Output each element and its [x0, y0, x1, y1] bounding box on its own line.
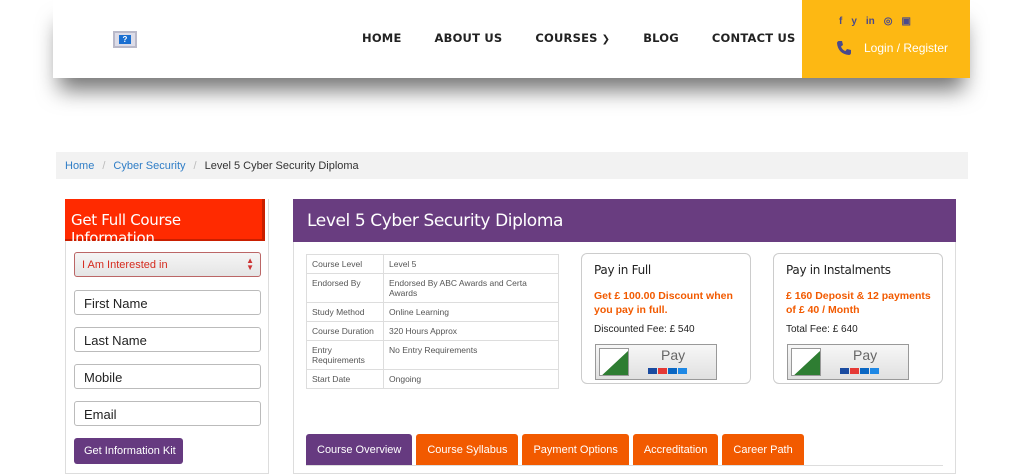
breadcrumb-separator: / [102, 159, 106, 172]
interest-select[interactable]: I Am Interested in ▲ ▼ [74, 252, 261, 277]
select-arrows-icon: ▲ ▼ [246, 256, 254, 272]
site-header: ? HOME ABOUT US COURSES ❯ BLOG CONTACT US… [53, 0, 970, 78]
pay-in-full-offer: Get £ 100.00 Discount when you pay in fu… [594, 290, 733, 316]
nav-contact-us-label: CONTACT US [711, 31, 796, 45]
course-tabs: Course Overview Course Syllabus Payment … [306, 434, 808, 465]
nav-home-label: HOME [362, 31, 402, 45]
last-name-field[interactable]: Last Name [74, 327, 261, 352]
nav-about-us-label: ABOUT US [434, 31, 503, 45]
tab-payment-options[interactable]: Payment Options [522, 434, 629, 465]
twitter-icon[interactable]: y [851, 16, 857, 27]
nav-courses-label: COURSES [535, 31, 598, 45]
breadcrumb-category[interactable]: Cyber Security [113, 160, 185, 172]
pay-in-full-fee: Discounted Fee: £ 540 [594, 324, 695, 335]
pay-instalments-fee: Total Fee: £ 640 [786, 324, 858, 335]
detail-value: Endorsed By ABC Awards and Certa Awards [383, 273, 559, 303]
site-logo[interactable]: ? [113, 31, 137, 48]
detail-key: Start Date [306, 369, 384, 389]
get-information-kit-button[interactable]: Get Information Kit [74, 438, 183, 464]
pay-in-instalments-card: Pay in Instalments £ 160 Deposit & 12 pa… [773, 253, 943, 384]
pay-button-label: Pay [853, 347, 878, 363]
table-row: Course Duration 320 Hours Approx [306, 321, 559, 341]
nav-contact-us[interactable]: CONTACT US [712, 31, 796, 45]
email-field[interactable]: Email [74, 401, 261, 426]
table-row: Entry Requirements No Entry Requirements [306, 340, 559, 370]
tab-divider [306, 465, 943, 466]
breadcrumb-current: Level 5 Cyber Security Diploma [204, 159, 359, 172]
phone-icon [837, 41, 851, 55]
pay-instalments-button[interactable]: Pay [787, 344, 909, 380]
detail-value: Level 5 [383, 254, 559, 274]
first-name-field[interactable]: First Name [74, 290, 261, 315]
card-logos-icon [840, 368, 879, 374]
pay-in-full-title: Pay in Full [594, 263, 651, 277]
detail-key: Course Duration [306, 321, 384, 341]
detail-value: Ongoing [383, 369, 559, 389]
detail-key: Study Method [306, 302, 384, 322]
course-title: Level 5 Cyber Security Diploma [293, 199, 956, 242]
table-row: Start Date Ongoing [306, 369, 559, 389]
tab-course-overview[interactable]: Course Overview [306, 434, 413, 465]
detail-key: Entry Requirements [306, 340, 384, 370]
pay-in-full-card: Pay in Full Get £ 100.00 Discount when y… [581, 253, 751, 384]
detail-value: 320 Hours Approx [383, 321, 559, 341]
nav-courses[interactable]: COURSES ❯ [535, 31, 610, 45]
payment-logo-icon [791, 348, 821, 376]
instagram-icon[interactable]: ◎ [884, 16, 893, 27]
header-account-box: f y in ◎ ▣ Login / Register [802, 0, 970, 78]
detail-value: Online Learning [383, 302, 559, 322]
chevron-down-icon: ❯ [601, 34, 611, 45]
pay-in-full-button[interactable]: Pay [595, 344, 717, 380]
detail-key: Course Level [306, 254, 384, 274]
youtube-icon[interactable]: ▣ [902, 16, 911, 27]
mobile-field[interactable]: Mobile [74, 364, 261, 389]
detail-key: Endorsed By [306, 273, 384, 303]
course-details-table: Course Level Level 5 Endorsed By Endorsed … [306, 254, 559, 389]
tab-accreditation[interactable]: Accreditation [632, 434, 719, 465]
nav-home[interactable]: HOME [362, 31, 402, 45]
table-row: Study Method Online Learning [306, 302, 559, 322]
table-row: Course Level Level 5 [306, 254, 559, 274]
breadcrumb-separator: / [193, 159, 197, 172]
nav-blog-label: BLOG [643, 31, 679, 45]
social-links: f y in ◎ ▣ [839, 16, 911, 27]
breadcrumb-home[interactable]: Home [65, 160, 94, 172]
detail-value: No Entry Requirements [383, 340, 559, 370]
nav-about-us[interactable]: ABOUT US [435, 31, 503, 45]
nav-blog[interactable]: BLOG [643, 31, 679, 45]
pay-button-label: Pay [661, 347, 686, 363]
table-row: Endorsed By Endorsed By ABC Awards and Ce… [306, 273, 559, 303]
linkedin-icon[interactable]: in [866, 16, 875, 27]
login-register-link[interactable]: Login / Register [836, 40, 948, 56]
payment-logo-icon [599, 348, 629, 376]
interest-select-value: I Am Interested in [82, 259, 168, 271]
tab-course-syllabus[interactable]: Course Syllabus [416, 434, 519, 465]
card-logos-icon [648, 368, 687, 374]
form-title: Get Full Course Information [65, 199, 265, 247]
pay-instalments-title: Pay in Instalments [786, 263, 891, 277]
facebook-icon[interactable]: f [839, 16, 842, 27]
logo-glyph: ? [119, 35, 131, 44]
breadcrumb: Home / Cyber Security / Level 5 Cyber Se… [56, 152, 968, 179]
tab-career-path[interactable]: Career Path [722, 434, 804, 465]
main-nav: HOME ABOUT US COURSES ❯ BLOG CONTACT US [362, 31, 829, 45]
pay-instalments-offer: £ 160 Deposit & 12 payments of £ 40 / Mo… [786, 290, 931, 316]
login-register-label: Login / Register [864, 41, 949, 55]
